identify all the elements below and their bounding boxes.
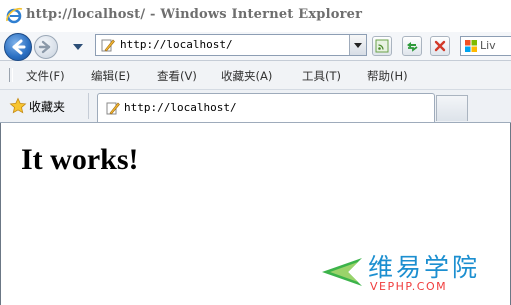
window-title: http://localhost/ - Windows Internet Exp…: [26, 7, 363, 22]
star-icon: [9, 97, 27, 114]
back-arrow-icon: [12, 39, 26, 55]
favorites-label: 收藏夹: [29, 100, 66, 114]
menu-edit[interactable]: 编辑(E): [91, 68, 130, 84]
navigation-bar: http://localhost/ Liv: [0, 32, 511, 61]
address-bar[interactable]: http://localhost/: [95, 34, 367, 56]
arrow-logo-icon: [322, 258, 362, 286]
recent-pages-dropdown-icon[interactable]: [73, 44, 83, 50]
stop-icon: [434, 40, 446, 52]
new-tab-button[interactable]: [436, 95, 468, 121]
menu-bar: 文件(F) 编辑(E) 查看(V) 收藏夹(A) 工具(T) 帮助(H): [0, 61, 511, 90]
watermark-title: 维易学院: [368, 253, 481, 282]
forward-button[interactable]: [34, 35, 58, 59]
toolbar-divider: [88, 93, 89, 119]
refresh-icon: [407, 42, 418, 52]
stop-button[interactable]: [430, 36, 450, 56]
search-box[interactable]: Liv: [460, 36, 511, 56]
rss-feed-icon: [375, 39, 389, 53]
menu-favorites[interactable]: 收藏夹(A): [221, 68, 272, 84]
ie-logo-icon: [6, 7, 23, 24]
menu-help[interactable]: 帮助(H): [367, 68, 408, 84]
menu-grip[interactable]: [9, 68, 13, 82]
page-heading: It works!: [21, 143, 139, 176]
menu-view[interactable]: 查看(V): [157, 68, 197, 84]
forward-arrow-icon: [38, 40, 51, 54]
search-provider-text: Liv: [480, 39, 496, 52]
menu-file[interactable]: 文件(F): [26, 68, 65, 84]
live-search-icon: [465, 40, 477, 52]
title-bar: http://localhost/ - Windows Internet Exp…: [0, 0, 511, 32]
page-edit-icon: [101, 39, 115, 52]
watermark: 维易学院 VEPHP.COM: [318, 246, 508, 298]
back-button[interactable]: [4, 33, 32, 61]
page-edit-icon: [106, 102, 120, 115]
watermark-subtitle: VEPHP.COM: [370, 280, 448, 293]
refresh-button[interactable]: [402, 36, 422, 56]
menu-tools[interactable]: 工具(T): [302, 68, 341, 84]
favorites-button[interactable]: 收藏夹: [4, 95, 82, 117]
tab-title: http://localhost/: [124, 101, 237, 114]
address-dropdown-button[interactable]: [349, 35, 366, 55]
tab-localhost[interactable]: http://localhost/: [97, 93, 435, 122]
address-url[interactable]: http://localhost/: [120, 38, 233, 51]
favorites-bar: 收藏夹 http://localhost/: [0, 90, 511, 123]
rss-feed-button[interactable]: [372, 36, 392, 56]
